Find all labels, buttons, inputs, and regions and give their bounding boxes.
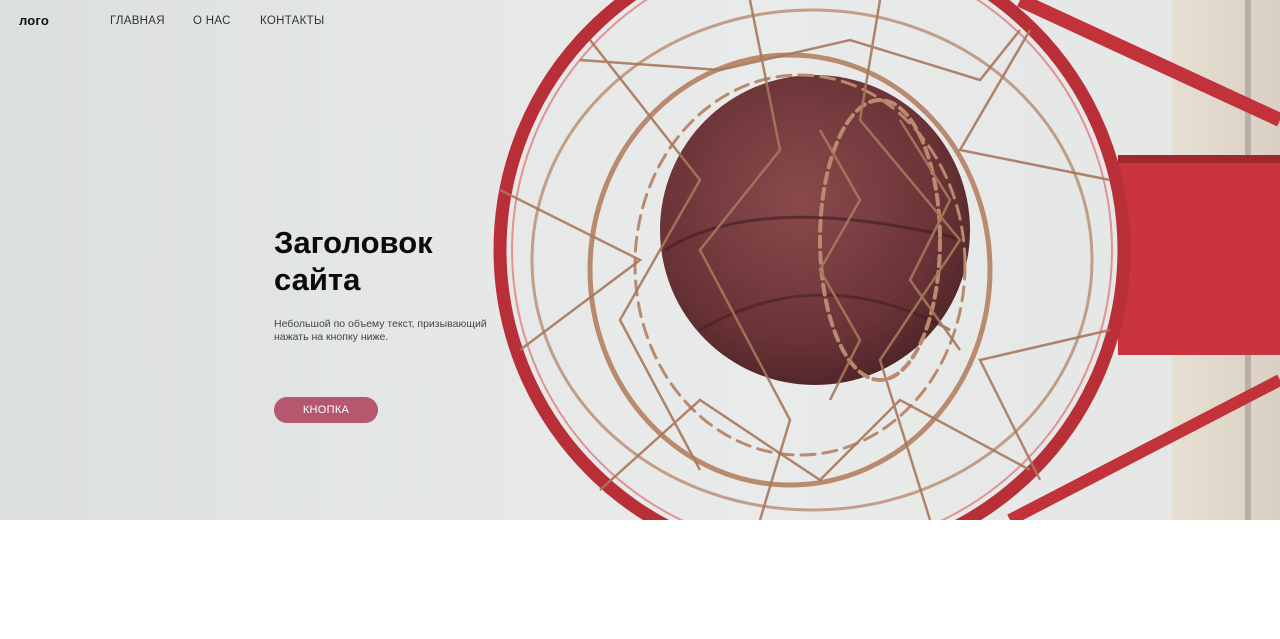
hero-background-image — [493, 0, 1280, 520]
nav-link-home[interactable]: ГЛАВНАЯ — [110, 15, 165, 27]
hero-cta-button[interactable]: КНОПКА — [274, 397, 378, 423]
nav-link-about[interactable]: О НАС — [193, 15, 231, 27]
hero-text: Небольшой по объему текст, призывающий н… — [274, 318, 487, 343]
hero-title: Заголовок сайта — [274, 225, 433, 297]
top-navigation: лого ГЛАВНАЯ О НАС КОНТАКТЫ — [0, 0, 1280, 42]
nav-link-contacts[interactable]: КОНТАКТЫ — [260, 15, 324, 27]
hero-section — [0, 0, 1280, 520]
site-logo[interactable]: лого — [19, 13, 49, 28]
